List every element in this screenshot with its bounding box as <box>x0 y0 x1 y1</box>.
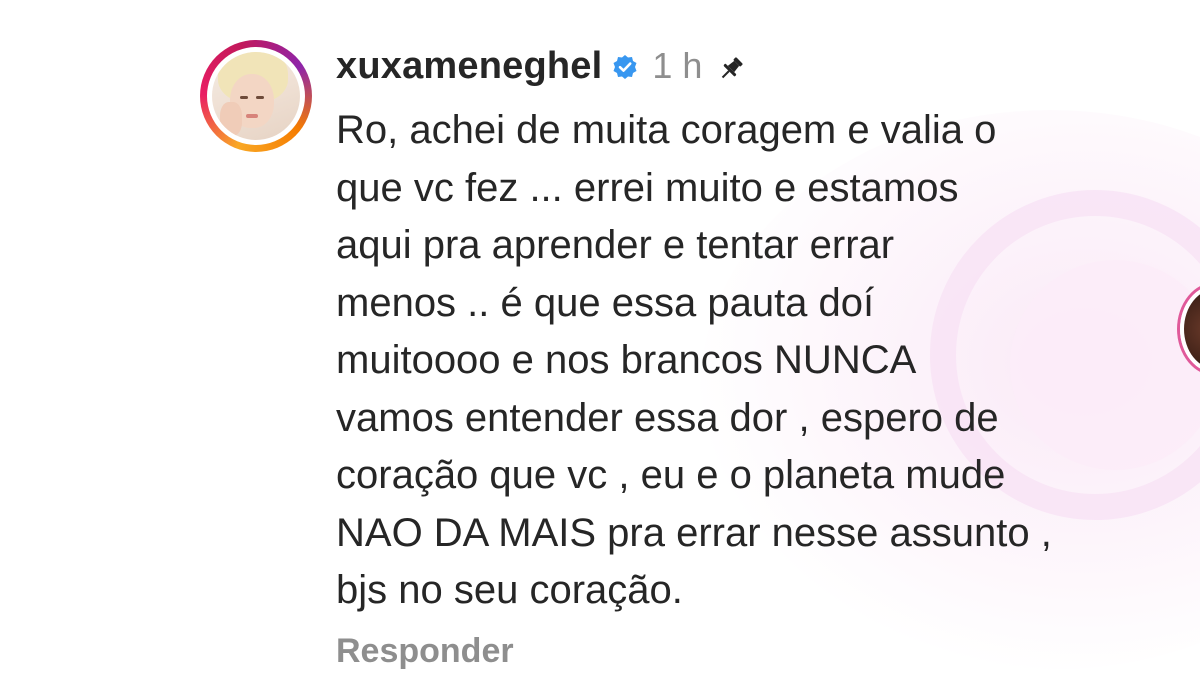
comment-text-line: que vc fez ... errei muito e estamos <box>336 165 959 210</box>
avatar-eye <box>256 96 264 99</box>
comment-text-line: bjs no seu coração. <box>336 568 683 612</box>
comment-text-line: muitoooo e nos brancos NUNCA <box>336 338 917 382</box>
avatar-hand <box>220 102 242 136</box>
comment-screenshot: xuxameneghel 1 h Ro, achei de muita cora… <box>0 0 1200 675</box>
comment-text-line: aqui pra aprender e tentar errar <box>336 223 895 267</box>
username-link[interactable]: xuxameneghel <box>336 45 602 88</box>
avatar-lip <box>246 114 258 118</box>
comment-text-line: coração que vc , eu e o planeta mude <box>336 453 1006 497</box>
comment-header: xuxameneghel 1 h <box>336 38 746 94</box>
comment-text: Ro, achei de muita coragem e valia o que… <box>336 102 1186 620</box>
avatar-border <box>207 47 305 145</box>
comment-text-line: menos .. é que essa pauta doí <box>336 280 875 325</box>
verified-badge-icon <box>612 54 638 80</box>
avatar-story-ring[interactable] <box>200 40 312 152</box>
avatar-eye <box>240 96 248 99</box>
reply-button[interactable]: Responder <box>336 632 514 671</box>
comment-text-line: Ro, achei de muita coragem e valia o <box>336 108 997 152</box>
comment-text-line: vamos entender essa dor , espero de <box>336 395 999 440</box>
pin-icon <box>716 54 746 84</box>
comment-timestamp: 1 h <box>652 45 703 86</box>
avatar[interactable] <box>212 52 300 140</box>
comment-text-line: NAO DA MAIS pra errar nesse assunto , <box>336 510 1052 555</box>
